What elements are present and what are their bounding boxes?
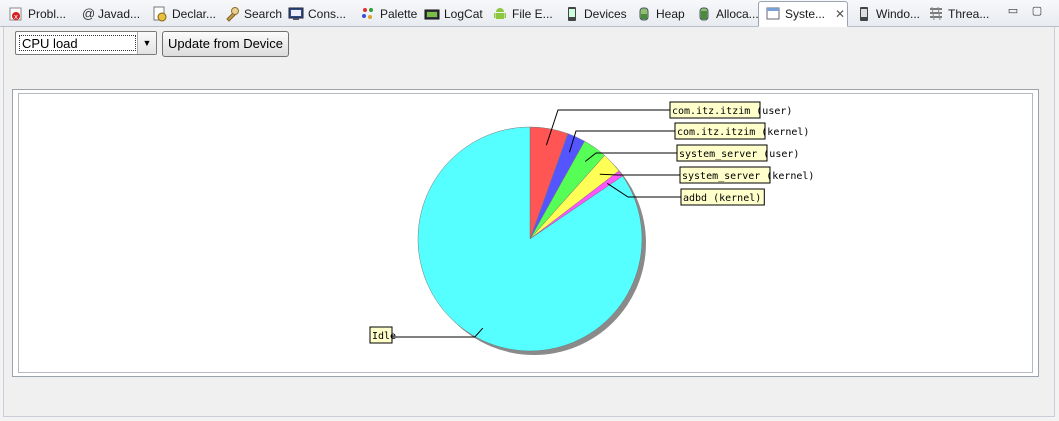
tab-file-explorer[interactable]: File E... (486, 2, 556, 26)
declaration-icon (152, 6, 168, 22)
system-icon (765, 6, 781, 22)
tab-devices[interactable]: Devices (558, 2, 630, 26)
tab-system-information[interactable]: Syste... ✕ (758, 1, 848, 27)
tab-label: Cons... (308, 7, 347, 21)
tab-logcat[interactable]: LogCat (418, 2, 486, 26)
tab-label: LogCat (444, 7, 483, 21)
svg-text:x: x (14, 13, 18, 21)
selector-value: CPU load (19, 35, 136, 51)
slice-label: com.itz.itzim (kernel) (677, 127, 809, 138)
tab-label: Declar... (172, 7, 217, 21)
minimize-icon[interactable]: ▭ (1006, 5, 1020, 17)
window-icon (856, 6, 872, 22)
allocation-icon (696, 6, 712, 22)
slice-label: system_server (user) (679, 149, 799, 160)
tab-declaration[interactable]: Declar... (146, 2, 218, 26)
maximize-icon[interactable]: ▢ (1030, 5, 1044, 17)
chart-frame: com.itz.itzim (user) com.itz.itzim (kerne… (12, 89, 1039, 377)
tab-label: Search (244, 7, 282, 21)
tab-label: Probl... (28, 7, 67, 21)
logcat-icon (424, 6, 440, 22)
pie-chart: com.itz.itzim (user) com.itz.itzim (kerne… (369, 101, 814, 355)
tab-allocation[interactable]: Alloca... (690, 2, 758, 26)
tab-palette[interactable]: Palette (354, 2, 418, 26)
tab-label: Syste... (785, 7, 826, 21)
javadoc-icon: @ (82, 6, 96, 21)
tab-label: Javad... (98, 7, 141, 21)
slice-label: Idle (372, 331, 396, 342)
info-type-selector[interactable]: CPU load ▼ (15, 31, 157, 55)
tab-search[interactable]: Search (218, 2, 282, 26)
tab-label: Heap (656, 7, 685, 21)
tab-problems[interactable]: x Probl... (2, 2, 74, 26)
close-icon[interactable]: ✕ (835, 7, 845, 21)
tab-javadoc[interactable]: @ Javad... (76, 2, 144, 26)
chevron-down-icon[interactable]: ▼ (137, 32, 156, 54)
problems-icon: x (8, 6, 24, 22)
view-tab-strip: x Probl... @ Javad... Declar... Search C… (0, 0, 1059, 27)
slice-label: adbd (kernel) (683, 193, 761, 204)
pie-chart-area: com.itz.itzim (user) com.itz.itzim (kerne… (18, 93, 1033, 373)
device-icon (564, 6, 580, 22)
tab-console[interactable]: Cons... (282, 2, 354, 26)
leader-line (599, 173, 682, 176)
slice-label: com.itz.itzim (user) (672, 106, 792, 117)
tab-label: Devices (584, 7, 627, 21)
slice-label: system_server (kernel) (682, 171, 814, 182)
tab-label: Windo... (876, 7, 921, 21)
tab-label: Palette (380, 7, 418, 21)
threads-icon (928, 6, 944, 22)
heap-icon (636, 6, 652, 22)
palette-icon (360, 6, 376, 22)
system-information-view: x Probl... @ Javad... Declar... Search C… (0, 0, 1059, 421)
tab-heap[interactable]: Heap (630, 2, 690, 26)
update-from-device-button[interactable]: Update from Device (162, 31, 289, 57)
tab-label: File E... (512, 7, 553, 21)
tab-threads[interactable]: Threa... (922, 2, 996, 26)
search-icon (224, 6, 240, 22)
tab-label: Threa... (948, 7, 990, 21)
android-icon (492, 6, 508, 22)
console-icon (288, 6, 304, 22)
tab-window-dump[interactable]: Windo... (850, 2, 922, 26)
tab-label: Alloca... (716, 7, 758, 21)
